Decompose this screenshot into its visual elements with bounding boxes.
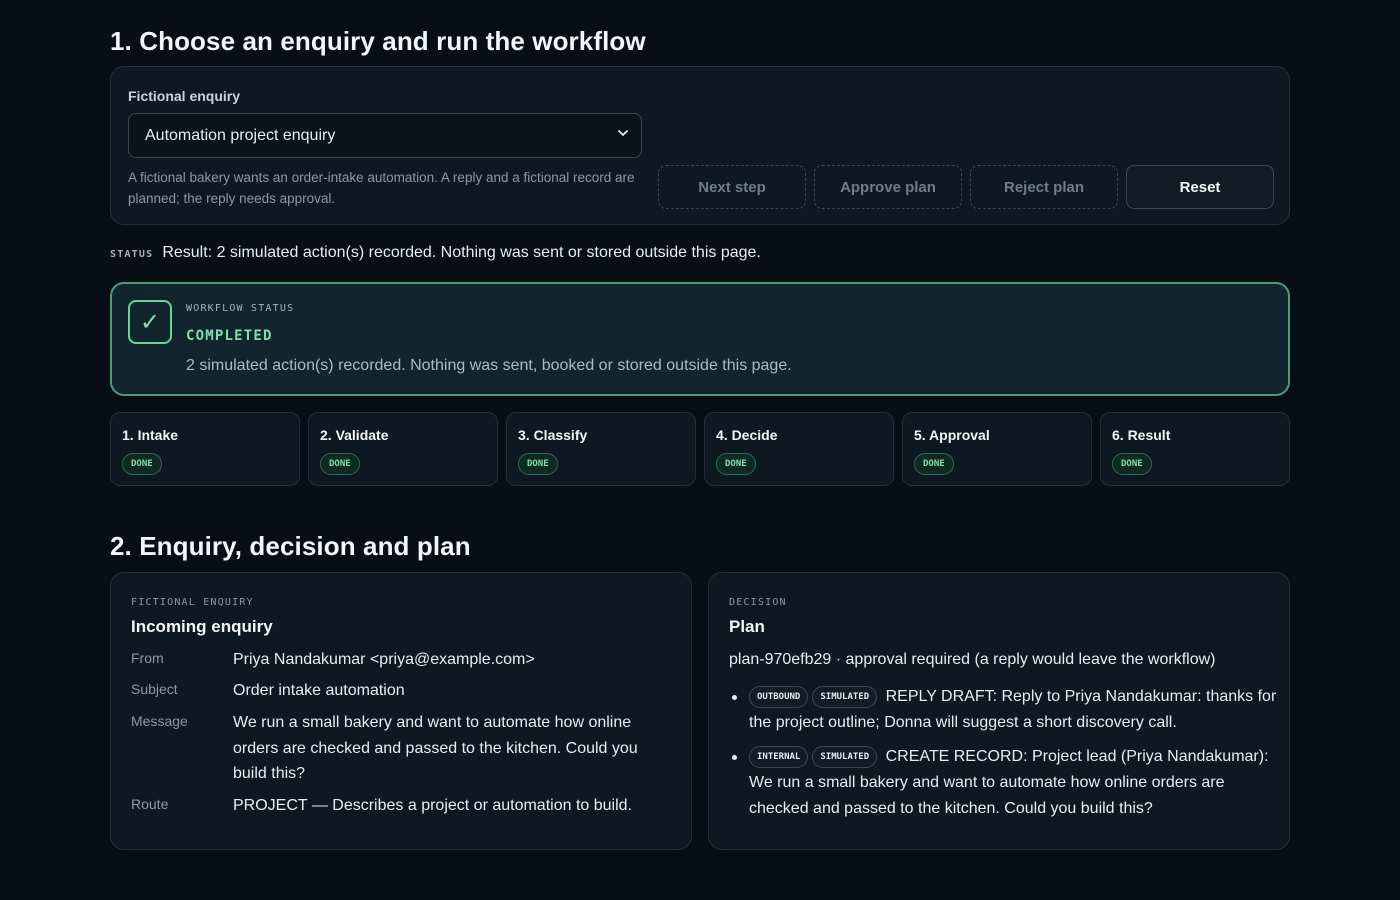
- workflow-message: 2 simulated action(s) recorded. Nothing …: [186, 357, 792, 374]
- step-label: 5. Approval: [914, 427, 990, 443]
- message-value: We run a small bakery and want to automa…: [233, 714, 638, 782]
- from-label: From: [131, 650, 164, 666]
- bullet-icon: [732, 695, 737, 700]
- step-label: 2. Validate: [320, 427, 389, 443]
- message-label: Message: [131, 713, 188, 729]
- status-line: STATUS Result: 2 simulated action(s) rec…: [110, 244, 761, 262]
- enquiry-select-value: Automation project enquiry: [145, 126, 336, 144]
- reject-plan-button[interactable]: Reject plan: [970, 165, 1118, 209]
- section-title-workflow: 1. Choose an enquiry and run the workflo…: [110, 26, 646, 56]
- step-label: 6. Result: [1112, 427, 1171, 443]
- approve-plan-button[interactable]: Approve plan: [814, 165, 962, 209]
- enquiry-select-label: Fictional enquiry: [128, 88, 241, 104]
- card-key: DECISION: [729, 597, 787, 608]
- plan-id-line: plan-970efb29 · approval required (a rep…: [729, 651, 1216, 668]
- step-label: 1. Intake: [122, 427, 179, 443]
- status-badge: DONE: [716, 453, 756, 475]
- subject-label: Subject: [131, 681, 178, 697]
- tag-badge: INTERNAL: [749, 746, 809, 768]
- status-badge: DONE: [1112, 453, 1152, 475]
- step-result: 6. Result DONE: [1100, 412, 1290, 486]
- list-item: INTERNAL SIMULATED CREATE RECORD: Project…: [732, 744, 1279, 822]
- step-classify: 3. Classify DONE: [506, 412, 696, 486]
- list-item: OUTBOUND SIMULATED REPLY DRAFT: Reply to …: [732, 684, 1279, 736]
- status-text: Result: 2 simulated action(s) recorded. …: [162, 244, 761, 261]
- workflow-status-key: WORKFLOW STATUS: [186, 303, 295, 314]
- status-badge: DONE: [122, 453, 162, 475]
- status-key: STATUS: [110, 249, 154, 260]
- from-value: Priya Nandakumar <priya@example.com>: [233, 651, 535, 668]
- workflow-status-card: ✓ WORKFLOW STATUS COMPLETED 2 simulated …: [110, 282, 1290, 396]
- card-title: Plan: [729, 617, 765, 636]
- status-badge: DONE: [914, 453, 954, 475]
- control-panel: Fictional enquiry Automation project enq…: [110, 66, 1290, 225]
- section-title-plan: 2. Enquiry, decision and plan: [110, 531, 471, 561]
- step-intake: 1. Intake DONE: [110, 412, 300, 486]
- chevron-down-icon: [618, 130, 628, 136]
- route-label: Route: [131, 796, 169, 812]
- route-value: PROJECT — Describes a project or automat…: [233, 797, 632, 814]
- decision-plan-card: DECISION Plan plan-970efb29 · approval r…: [708, 572, 1290, 850]
- bullet-icon: [732, 755, 737, 760]
- status-badge: DONE: [320, 453, 360, 475]
- tag-badge: SIMULATED: [812, 746, 878, 768]
- step-label: 4. Decide: [716, 427, 778, 443]
- tag-badge: OUTBOUND: [749, 686, 809, 708]
- check-icon: ✓: [128, 300, 172, 344]
- step-decide: 4. Decide DONE: [704, 412, 894, 486]
- incoming-enquiry-card: FICTIONAL ENQUIRY Incoming enquiry From …: [110, 572, 692, 850]
- enquiry-select[interactable]: Automation project enquiry: [128, 113, 642, 158]
- workflow-state: COMPLETED: [186, 328, 273, 344]
- step-label: 3. Classify: [518, 427, 588, 443]
- status-badge: DONE: [518, 453, 558, 475]
- enquiry-description: A fictional bakery wants an order-intake…: [128, 170, 635, 206]
- next-step-button[interactable]: Next step: [658, 165, 806, 209]
- step-validate: 2. Validate DONE: [308, 412, 498, 486]
- tag-badge: SIMULATED: [812, 686, 878, 708]
- card-key: FICTIONAL ENQUIRY: [131, 597, 254, 608]
- subject-value: Order intake automation: [233, 682, 405, 699]
- step-approval: 5. Approval DONE: [902, 412, 1092, 486]
- card-title: Incoming enquiry: [131, 617, 273, 636]
- reset-button[interactable]: Reset: [1126, 165, 1274, 209]
